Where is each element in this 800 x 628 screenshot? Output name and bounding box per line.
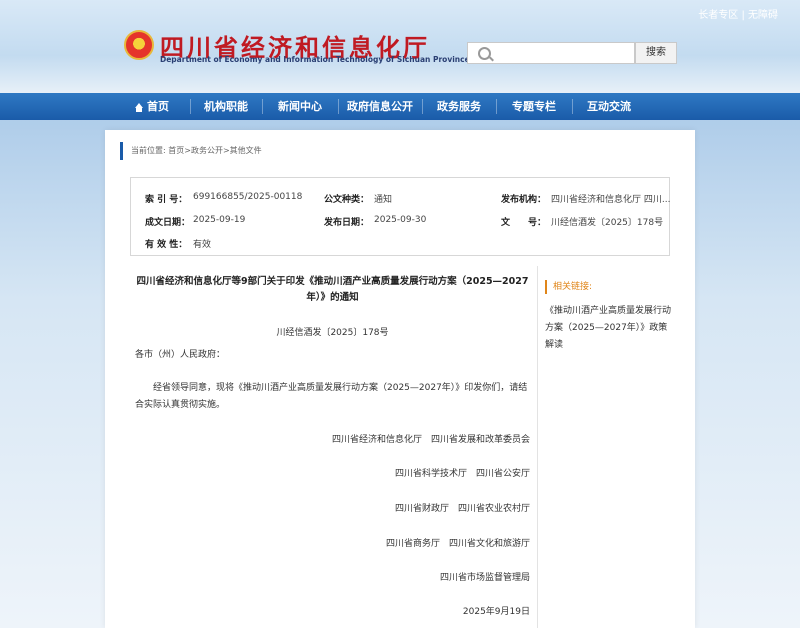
- addressee: 各市（州）人民政府：: [135, 350, 226, 360]
- accessibility-link[interactable]: 无障碍: [748, 10, 778, 21]
- validity-label: 有 效 性：: [145, 240, 188, 250]
- nav-gov-info[interactable]: 政府信息公开: [338, 93, 422, 120]
- document-date: 2025年9月19日: [462, 607, 530, 617]
- nav-interaction[interactable]: 互动交流: [572, 93, 646, 120]
- signatory-line: 四川省市场监督管理局: [439, 573, 530, 583]
- document-number: 川经信酒发〔2025〕178号: [276, 328, 389, 338]
- nav-topics[interactable]: 专题专栏: [496, 93, 572, 120]
- index-no-label: 索 引 号：: [145, 195, 188, 205]
- sidebar-divider: [537, 266, 538, 628]
- issuer-value: 四川省经济和信息化厅 四川...: [551, 195, 671, 205]
- main-nav: 首页 机构职能 新闻中心 政府信息公开 政务服务 专题专栏 互动交流: [0, 93, 800, 120]
- search-input[interactable]: [467, 42, 635, 64]
- category-label: 公文种类：: [324, 195, 370, 205]
- content-panel: 当前位置: 首页>政务公开>其他文件 索 引 号： 699166855/2025…: [105, 130, 695, 628]
- nav-home[interactable]: 首页: [114, 93, 190, 120]
- nav-news[interactable]: 新闻中心: [262, 93, 338, 120]
- signatory-line: 四川省经济和信息化厅 四川省发展和改革委员会: [331, 435, 530, 445]
- created-value: 2025-09-19: [193, 215, 246, 225]
- category-value: 通知: [374, 195, 393, 205]
- docno-value: 川经信酒发〔2025〕178号: [551, 218, 664, 228]
- published-label: 发布日期：: [324, 218, 370, 228]
- document-title: 四川省经济和信息化厅等9部门关于印发《推动川酒产业高质量发展行动方案（2025—…: [136, 276, 529, 303]
- document-meta-table: 索 引 号： 699166855/2025-00118 公文种类： 通知 发布机…: [130, 177, 670, 256]
- elder-zone-link[interactable]: 长者专区: [698, 10, 738, 21]
- national-emblem-icon: [124, 30, 154, 60]
- validity-value: 有效: [193, 240, 212, 250]
- index-no-value: 699166855/2025-00118: [193, 192, 303, 202]
- signatory-line: 四川省科学技术厅 四川省公安厅: [394, 469, 530, 479]
- published-value: 2025-09-30: [374, 215, 427, 225]
- nav-services[interactable]: 政务服务: [422, 93, 496, 120]
- top-links-separator: |: [741, 10, 745, 21]
- top-links: 长者专区 | 无障碍: [698, 6, 778, 21]
- signatory-line: 四川省商务厅 四川省文化和旅游厅: [385, 539, 530, 549]
- breadcrumb[interactable]: 当前位置: 首页>政务公开>其他文件: [120, 142, 262, 160]
- signatory-line: 四川省财政厅 四川省农业农村厅: [394, 504, 530, 514]
- created-label: 成文日期：: [145, 218, 191, 228]
- nav-functions[interactable]: 机构职能: [190, 93, 262, 120]
- issuer-label: 发布机构：: [501, 195, 547, 205]
- docno-label: 文 号：: [501, 218, 547, 228]
- site-subtitle: Department of Economy and Information Te…: [160, 55, 470, 64]
- related-link-policy-interpretation[interactable]: 《推动川酒产业高质量发展行动方案（2025—2027年）》政策解读: [545, 303, 675, 354]
- home-icon: [135, 103, 143, 112]
- body-paragraph: 经省领导同意，现将《推动川酒产业高质量发展行动方案（2025—2027年）》印发…: [135, 383, 528, 410]
- search-button[interactable]: 搜索: [635, 42, 677, 64]
- search-icon: [478, 47, 491, 60]
- related-links-heading: 相关链接:: [545, 280, 592, 294]
- site-header: 长者专区 | 无障碍 四川省经济和信息化厅 Department of Econ…: [0, 0, 800, 93]
